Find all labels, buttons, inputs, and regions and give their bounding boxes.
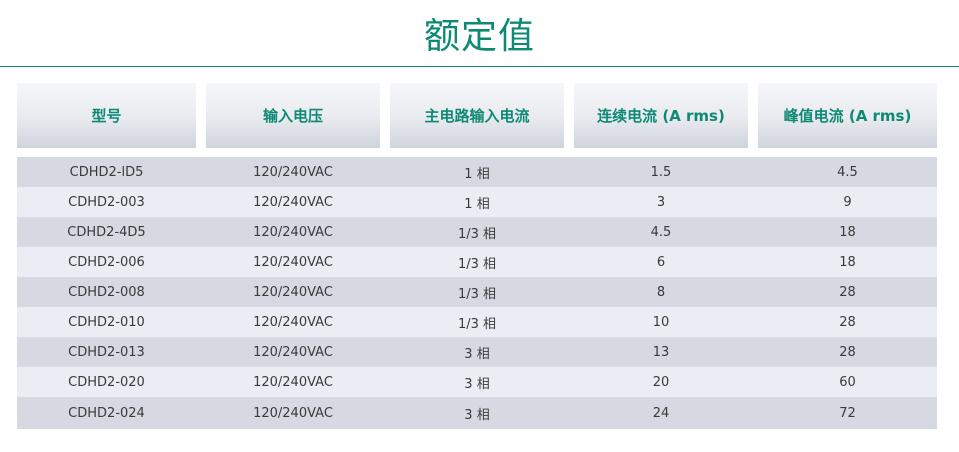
cell-continuous-current: 8	[656, 284, 666, 300]
cell-peak-current: 60	[839, 374, 856, 390]
cell-input-voltage: 120/240VAC	[253, 314, 333, 330]
cell-model: CDHD2-020	[68, 374, 145, 390]
cell-continuous-current: 6	[656, 254, 666, 270]
cell-peak-current: 18	[839, 254, 856, 270]
cell-model: CDHD2-010	[68, 314, 145, 330]
table-body: CDHD2-lD5 120/240VAC 1 相 1.5 4.5 CDHD2-0…	[17, 157, 937, 429]
table-row: CDHD2-020 120/240VAC 3 相 20 60	[17, 367, 937, 397]
table-row: CDHD2-010 120/240VAC 1/3 相 10 28	[17, 307, 937, 337]
cell-main-input-current: 3 相	[464, 376, 490, 392]
table-row: CDHD2-4D5 120/240VAC 1/3 相 4.5 18	[17, 217, 937, 247]
cell-main-input-current: 1/3 相	[457, 286, 497, 302]
cell-continuous-current: 10	[652, 314, 670, 330]
cell-main-input-current: 1/3 相	[457, 316, 497, 332]
cell-peak-current: 18	[839, 224, 856, 240]
cell-peak-current: 9	[843, 194, 852, 210]
cell-model: CDHD2-008	[68, 284, 145, 300]
cell-input-voltage: 120/240VAC	[253, 284, 333, 300]
cell-input-voltage: 120/240VAC	[253, 224, 333, 240]
cell-main-input-current: 3 相	[464, 407, 490, 423]
header-input-voltage: 输入电压	[206, 83, 380, 148]
header-continuous-current: 连续电流 (A rms)	[574, 83, 748, 148]
table-row: CDHD2-006 120/240VAC 1/3 相 6 18	[17, 247, 937, 277]
cell-input-voltage: 120/240VAC	[253, 374, 333, 390]
header-main-input-current: 主电路输入电流	[390, 83, 564, 148]
cell-model: CDHD2-003	[68, 194, 145, 210]
table-row: CDHD2-lD5 120/240VAC 1 相 1.5 4.5	[17, 157, 937, 187]
table-row: CDHD2-008 120/240VAC 1/3 相 8 28	[17, 277, 937, 307]
cell-model: CDHD2-4D5	[67, 224, 146, 240]
cell-model: CDHD2-024	[68, 405, 145, 421]
table-row: CDHD2-013 120/240VAC 3 相 13 28	[17, 337, 937, 367]
table-row: CDHD2-024 120/240VAC 3 相 24 72	[17, 397, 937, 429]
ratings-table: 型号 输入电压 主电路输入电流 连续电流 (A rms) 峰值电流 (A rms…	[17, 83, 937, 429]
cell-peak-current: 4.5	[837, 164, 858, 180]
cell-model: CDHD2-006	[68, 254, 145, 270]
table-row: CDHD2-003 120/240VAC 1 相 3 9	[17, 187, 937, 217]
cell-main-input-current: 3 相	[464, 346, 490, 362]
title-divider	[0, 66, 959, 67]
cell-main-input-current: 1 相	[464, 196, 490, 212]
cell-continuous-current: 13	[652, 344, 670, 360]
cell-input-voltage: 120/240VAC	[253, 194, 333, 210]
cell-input-voltage: 120/240VAC	[253, 405, 333, 421]
cell-input-voltage: 120/240VAC	[253, 344, 333, 360]
cell-main-input-current: 1/3 相	[457, 226, 497, 242]
cell-peak-current: 28	[839, 284, 856, 300]
cell-continuous-current: 1.5	[650, 164, 672, 180]
table-header: 型号 输入电压 主电路输入电流 连续电流 (A rms) 峰值电流 (A rms…	[17, 83, 937, 148]
page-title: 额定值	[423, 16, 535, 57]
cell-peak-current: 28	[839, 344, 856, 360]
cell-model: CDHD2-lD5	[69, 164, 144, 180]
cell-continuous-current: 24	[652, 405, 670, 421]
cell-main-input-current: 1 相	[464, 166, 490, 182]
header-model: 型号	[17, 83, 196, 148]
header-peak-current: 峰值电流 (A rms)	[758, 83, 937, 148]
cell-continuous-current: 3	[656, 194, 666, 210]
cell-continuous-current: 20	[652, 374, 670, 390]
cell-peak-current: 28	[839, 314, 856, 330]
cell-input-voltage: 120/240VAC	[253, 254, 333, 270]
cell-input-voltage: 120/240VAC	[253, 164, 333, 180]
cell-peak-current: 72	[839, 405, 856, 421]
cell-model: CDHD2-013	[68, 344, 145, 360]
cell-main-input-current: 1/3 相	[457, 256, 497, 272]
cell-continuous-current: 4.5	[650, 224, 672, 240]
